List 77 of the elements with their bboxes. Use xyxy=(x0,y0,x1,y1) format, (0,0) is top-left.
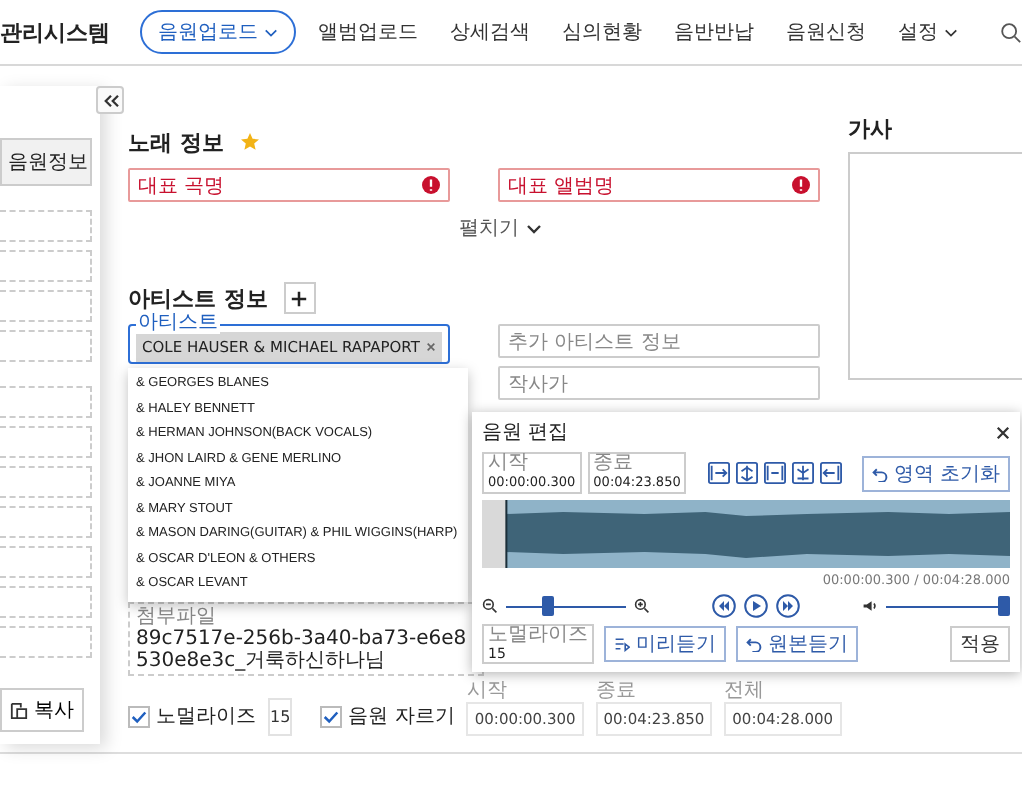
nav-item[interactable]: 심의현황 xyxy=(552,10,652,54)
text-field[interactable]: 대표 앨범명 xyxy=(498,168,820,202)
file-name: 89c7517e-256b-3a40-ba73-e6e8530e8e3c_거룩하신하나님 xyxy=(136,628,469,672)
trim-checkbox[interactable]: 음원 자르기 xyxy=(320,702,455,736)
checkmark-icon xyxy=(130,707,148,725)
tool-icon[interactable] xyxy=(819,462,842,484)
nav-item[interactable]: 앨범업로드 xyxy=(308,10,428,54)
sidebar-field[interactable] xyxy=(0,386,92,418)
original-button[interactable]: 원본듣기 xyxy=(736,626,858,662)
tool-icon[interactable] xyxy=(763,462,786,484)
sidebar-field[interactable] xyxy=(0,466,92,498)
slider-thumb[interactable] xyxy=(542,596,554,616)
previous-icon[interactable] xyxy=(712,594,736,618)
play-list-icon xyxy=(614,636,630,652)
copy-button[interactable]: 복사 xyxy=(0,688,84,732)
zoom-out-icon[interactable] xyxy=(482,598,498,614)
sidebar-field[interactable] xyxy=(0,586,92,618)
text-field[interactable]: 작사가 xyxy=(498,366,820,400)
sidebar-field[interactable] xyxy=(0,546,92,578)
copy-icon xyxy=(10,701,28,719)
nav-item[interactable]: 음반반납 xyxy=(664,10,764,54)
plus-icon xyxy=(290,289,309,307)
error-icon xyxy=(422,176,440,194)
sidebar-field[interactable] xyxy=(0,626,92,658)
apply-button[interactable]: 적용 xyxy=(950,626,1010,662)
sidebar-tab[interactable]: 음원정보 xyxy=(0,138,92,186)
field-label: 첨부파일 xyxy=(136,606,218,628)
sidebar-field[interactable] xyxy=(0,210,92,242)
field-label: 전체 xyxy=(724,682,767,702)
reset-button[interactable]: 영역 초기화 xyxy=(861,455,1010,491)
collapse-button[interactable] xyxy=(96,86,124,114)
nav-item[interactable]: 설정 xyxy=(888,10,968,54)
sidebar-field[interactable] xyxy=(0,290,92,322)
tool-icon[interactable] xyxy=(791,462,814,484)
undo-icon xyxy=(871,465,888,481)
double-chevron-icon xyxy=(101,93,119,107)
undo-icon xyxy=(746,636,762,652)
add-button[interactable] xyxy=(283,282,316,314)
remove-icon[interactable] xyxy=(425,341,436,351)
speaker-icon[interactable] xyxy=(862,598,878,614)
sidebar-field[interactable] xyxy=(0,250,92,282)
caret-icon xyxy=(264,27,278,37)
dialog-title: 음원 편집 xyxy=(482,420,569,446)
section-title: 노래 정보 xyxy=(128,127,224,157)
normalize-field[interactable]: 15 xyxy=(268,698,293,736)
normalize-checkbox[interactable]: 노멀라이즈 xyxy=(128,702,256,736)
nav-item[interactable]: 음원업로드 xyxy=(140,10,296,54)
close-icon[interactable] xyxy=(996,425,1010,439)
preview-button[interactable]: 미리듣기 xyxy=(604,626,726,662)
tool-icon[interactable] xyxy=(735,462,758,484)
error-icon xyxy=(792,176,810,194)
checkmark-icon xyxy=(322,707,341,725)
nav-item[interactable]: 상세검색 xyxy=(440,10,540,54)
sidebar-field[interactable] xyxy=(0,506,92,538)
field-label: 종료 xyxy=(595,682,638,702)
star-icon xyxy=(239,132,260,152)
play-icon[interactable] xyxy=(744,594,768,618)
zoom-in-icon[interactable] xyxy=(634,598,650,614)
chevron-icon xyxy=(525,223,541,233)
text-field[interactable]: 추가 아티스트 정보 xyxy=(498,324,820,358)
tool-icon[interactable] xyxy=(707,462,730,484)
lyrics-field[interactable] xyxy=(848,152,1022,380)
section-title: 아티스트 정보 xyxy=(128,283,268,313)
app-title: 관리시스템 xyxy=(0,17,112,47)
section-title: 가사 xyxy=(848,114,894,144)
search-icon[interactable] xyxy=(1000,21,1022,43)
sidebar-field[interactable] xyxy=(0,330,92,362)
caret-icon xyxy=(944,27,958,37)
field-label: 노멀라이즈 xyxy=(488,626,588,646)
expand-button[interactable]: 펼치기 xyxy=(459,214,541,242)
nav-item[interactable]: 음원신청 xyxy=(776,10,876,54)
slider-thumb[interactable] xyxy=(998,596,1010,616)
next-icon[interactable] xyxy=(776,594,800,618)
sidebar-field[interactable] xyxy=(0,426,92,458)
text-field[interactable]: 대표 곡명 xyxy=(128,168,450,202)
field-label: 시작 xyxy=(466,682,509,702)
field-label: 아티스트 xyxy=(136,314,220,334)
